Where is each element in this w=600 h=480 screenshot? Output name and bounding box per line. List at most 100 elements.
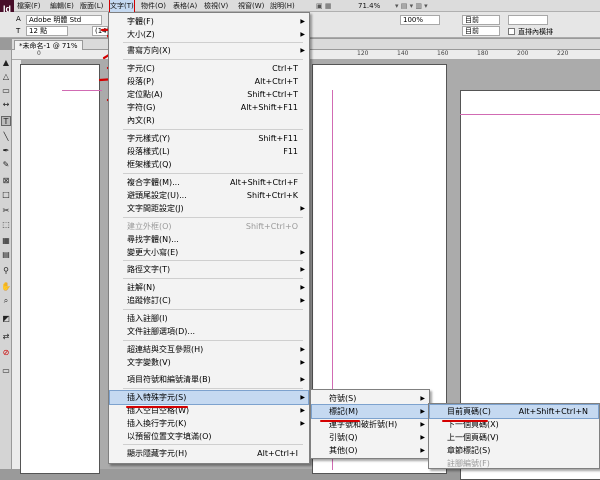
type-tool-icon[interactable]: A (16, 15, 21, 23)
type-menu-item[interactable]: 大小(Z) ▶ (110, 28, 308, 41)
markers-menu-item[interactable]: 上一個頁碼(V) (430, 431, 598, 444)
grid-field[interactable] (508, 15, 548, 25)
menu-bar: 檔案(F) 編輯(E) 版面(L) 文字(T) 物件(O) 表格(A) 檢視(V… (0, 0, 600, 13)
type-menu-item[interactable]: 框架樣式(Q) (110, 158, 308, 171)
type-menu-item[interactable]: 複合字體(M)... Alt+Shift+Ctrl+F (110, 176, 308, 189)
font-size-field[interactable]: 12 點 (26, 26, 68, 36)
zoom-level[interactable]: 71.4% (358, 0, 380, 12)
note-tool-icon[interactable]: ▤ (1, 250, 11, 260)
type-menu-item[interactable]: 註解(N) ▶ (110, 281, 308, 294)
swap-icon[interactable]: ⇄ (1, 332, 11, 342)
gradient-tool-icon[interactable]: ▦ (1, 236, 11, 246)
tate-chu-yoko-label: 直排內橫排 (518, 28, 553, 36)
menu-separator (123, 173, 303, 174)
type-menu-item[interactable]: 字元(C) Ctrl+T (110, 62, 308, 75)
type-menu-item-label: 文字間距設定(J) (127, 204, 184, 213)
type-tool-icon[interactable]: T (1, 116, 11, 126)
pen-tool-icon[interactable]: ✒ (1, 146, 11, 156)
type-menu-item[interactable]: 定位點(A) Shift+Ctrl+T (110, 88, 308, 101)
type-menu-item-label: 顯示隱藏字元(H) (127, 449, 188, 458)
type-menu-item[interactable]: 文字間距設定(J) ▶ (110, 202, 308, 215)
rectangle-tool-icon[interactable]: □ (1, 190, 11, 200)
type-menu-item[interactable]: 段落(P) Alt+Ctrl+T (110, 75, 308, 88)
type-menu-item[interactable]: 插入換行字元(K) ▶ (110, 417, 308, 430)
special-menu-item[interactable]: 標記(M) ▶ (311, 404, 429, 419)
markers-menu-item-label: 目前頁碼(C) (447, 407, 491, 416)
type-menu-item[interactable]: 避頭尾設定(U)... Shift+Ctrl+K (110, 189, 308, 202)
type-menu-item[interactable]: 插入註腳(I) (110, 312, 308, 325)
submenu-arrow-icon: ▶ (300, 346, 305, 353)
annotation-underline (126, 406, 188, 408)
document-tab[interactable]: *未命名-1 @ 71% (14, 40, 83, 50)
menu-table[interactable]: 表格(A) (173, 0, 197, 12)
free-transform-tool-icon[interactable]: ⬚ (1, 220, 11, 230)
type-menu-item[interactable]: 內文(R) (110, 114, 308, 127)
menu-edit[interactable]: 編輯(E) (50, 0, 74, 12)
submenu-arrow-icon: ▶ (300, 205, 305, 212)
font-family-field[interactable]: Adobe 明體 Std (26, 15, 102, 25)
view-mode-icon[interactable]: ▭ (1, 366, 11, 376)
fill-stroke-icon[interactable]: ◩ (1, 314, 11, 324)
type-menu-item[interactable]: 追蹤修訂(C) ▶ (110, 294, 308, 307)
menu-window[interactable]: 視窗(W) (238, 0, 264, 12)
submenu-arrow-icon: ▶ (300, 266, 305, 273)
special-menu-item[interactable]: 其他(O) ▶ (312, 444, 428, 457)
type-menu-item-label: 以預留位置文字填滿(O) (127, 432, 212, 441)
type-menu-item-label: 大小(Z) (127, 30, 155, 39)
menu-separator (123, 260, 303, 261)
pencil-tool-icon[interactable]: ✎ (1, 160, 11, 170)
align-field-1[interactable]: 目前 (462, 15, 500, 25)
annotation-underline (442, 420, 488, 422)
type-menu-item[interactable]: 書寫方向(X) ▶ (110, 44, 308, 57)
type-menu-item[interactable]: 文字變數(V) ▶ (110, 356, 308, 369)
type-menu-item[interactable]: 路徑文字(T) ▶ (110, 263, 308, 276)
type-menu-item[interactable]: 以預留位置文字填滿(O) (110, 430, 308, 443)
type-menu-item[interactable]: 插入特殊字元(S) ▶ (109, 390, 309, 405)
page-left[interactable] (20, 64, 100, 474)
page-tool-icon[interactable]: ▭ (1, 86, 11, 96)
none-swatch-icon[interactable]: ⊘ (1, 348, 11, 358)
markers-menu-item[interactable]: 目前頁碼(C) Alt+Shift+Ctrl+N (429, 404, 599, 419)
menu-layout[interactable]: 版面(L) (80, 0, 103, 12)
menu-help[interactable]: 說明(H) (270, 0, 295, 12)
special-menu-item[interactable]: 符號(S) ▶ (312, 392, 428, 405)
bridge-icon[interactable]: ▣ ▦ (316, 0, 331, 12)
special-menu-item[interactable]: 引號(Q) ▶ (312, 431, 428, 444)
submenu-arrow-icon: ▶ (420, 447, 425, 454)
selection-tool-icon[interactable]: ▲ (1, 58, 11, 68)
align-field-2[interactable]: 目前 (462, 26, 500, 36)
direct-selection-tool-icon[interactable]: △ (1, 72, 11, 82)
eyedropper-tool-icon[interactable]: ⚲ (1, 266, 11, 276)
menu-separator (123, 278, 303, 279)
type-menu-item-label: 變更大小寫(E) (127, 248, 179, 257)
markers-menu-item-label: 上一個頁碼(V) (447, 433, 499, 442)
menu-type[interactable]: 文字(T) (109, 0, 135, 13)
tate-chu-yoko-checkbox[interactable] (508, 28, 515, 35)
hand-tool-icon[interactable]: ✋ (1, 282, 11, 292)
type-menu-item[interactable]: 字元樣式(Y) Shift+F11 (110, 132, 308, 145)
gap-tool-icon[interactable]: ↔ (1, 100, 11, 110)
menu-object[interactable]: 物件(O) (141, 0, 166, 12)
special-menu-item-label: 其他(O) (329, 446, 358, 455)
scissors-tool-icon[interactable]: ✂ (1, 206, 11, 216)
type-menu-item[interactable]: 超連結與交互參照(H) ▶ (110, 343, 308, 356)
type-menu-item[interactable]: 字體(F) ▶ (110, 15, 308, 28)
type-menu-item[interactable]: 項目符號和編號清單(B) ▶ (110, 373, 308, 386)
rectangle-frame-tool-icon[interactable]: ⊠ (1, 176, 11, 186)
type-menu-item[interactable]: 字符(G) Alt+Shift+F11 (110, 101, 308, 114)
markers-menu-item[interactable]: 章節標記(S) (430, 444, 598, 457)
type-menu-item[interactable]: 文件註腳選項(D)... (110, 325, 308, 338)
tracking-field[interactable]: 100% (400, 15, 440, 25)
type-menu-item-shortcut: Alt+Ctrl+T (254, 77, 298, 86)
type-menu-item[interactable]: 變更大小寫(E) ▶ (110, 246, 308, 259)
submenu-arrow-icon: ▶ (300, 31, 305, 38)
type-menu-item[interactable]: 尋找字體(N)... (110, 233, 308, 246)
zoom-tool-icon[interactable]: ⌕ (1, 296, 11, 306)
type-menu-item[interactable]: 段落樣式(L) F11 (110, 145, 308, 158)
menu-file[interactable]: 檔案(F) (17, 0, 41, 12)
menu-separator (123, 444, 303, 445)
menu-view[interactable]: 檢視(V) (204, 0, 228, 12)
line-tool-icon[interactable]: ╲ (1, 132, 11, 142)
view-options-icon[interactable]: ▾ ▤ ▾ ▥ ▾ (395, 0, 428, 12)
type-menu-item[interactable]: 顯示隱藏字元(H) Alt+Ctrl+I (110, 447, 308, 460)
